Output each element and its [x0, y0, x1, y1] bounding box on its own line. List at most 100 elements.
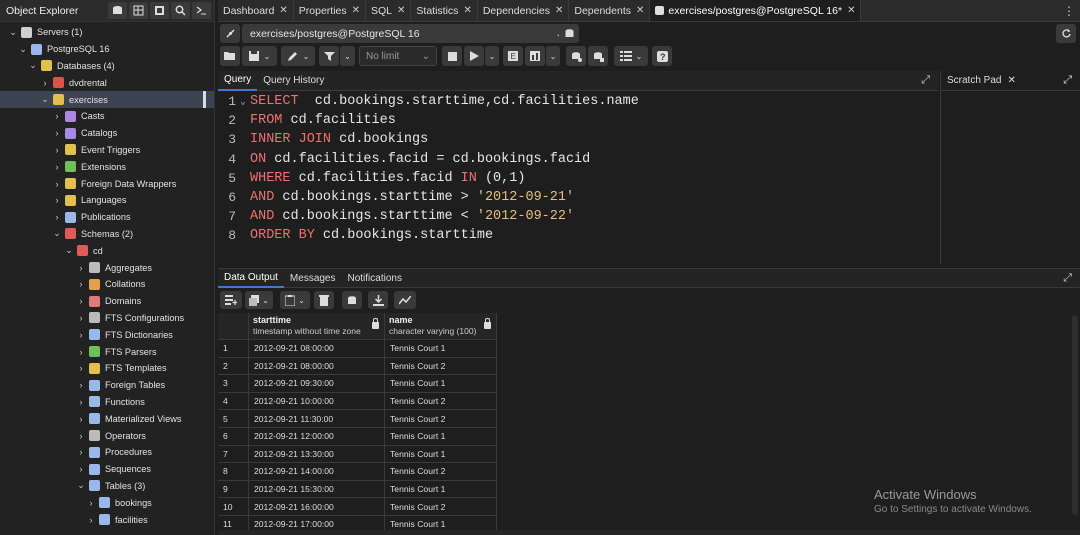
close-icon[interactable]: ✕: [397, 5, 405, 16]
tree-node[interactable]: › Functions: [0, 394, 214, 411]
tree-node[interactable]: ⌄ Tables (3): [0, 478, 214, 495]
terminal-icon[interactable]: [192, 2, 211, 19]
cell-starttime[interactable]: 2012-09-21 13:30:00: [249, 445, 385, 464]
tree-node[interactable]: › bookings: [0, 494, 214, 511]
connection-select[interactable]: exercises/postgres@PostgreSQL 16⌄: [242, 24, 572, 43]
close-icon[interactable]: ✕: [1007, 75, 1015, 86]
cell-starttime[interactable]: 2012-09-21 14:00:00: [249, 463, 385, 481]
close-icon[interactable]: ✕: [847, 5, 855, 16]
main-tab[interactable]: Dashboard ✕: [218, 0, 294, 21]
main-tab[interactable]: Dependents ✕: [569, 0, 651, 21]
chevron-right-icon[interactable]: ›: [52, 145, 62, 155]
chevron-right-icon[interactable]: ›: [76, 296, 86, 306]
tree-node[interactable]: ⌄ Servers (1): [0, 24, 214, 41]
cell-name[interactable]: Tennis Court 1: [385, 340, 497, 358]
delete-row-icon[interactable]: [314, 291, 334, 309]
tree-node[interactable]: › Languages: [0, 192, 214, 209]
chevron-right-icon[interactable]: ›: [86, 515, 96, 525]
code-line[interactable]: 6 AND cd.bookings.starttime > '2012-09-21…: [218, 188, 938, 207]
tab-query-history[interactable]: Query History: [257, 71, 330, 91]
query-tool-icon[interactable]: [108, 2, 127, 19]
commit-icon[interactable]: [566, 46, 586, 66]
filter-icon[interactable]: [319, 46, 339, 66]
close-icon[interactable]: ✕: [555, 5, 563, 16]
cell-starttime[interactable]: 2012-09-21 16:00:00: [249, 498, 385, 516]
macros-icon[interactable]: ⌄: [614, 46, 648, 66]
tree-node[interactable]: › Extensions: [0, 158, 214, 175]
filter-rows-icon[interactable]: [150, 2, 169, 19]
chevron-right-icon[interactable]: ›: [76, 397, 86, 407]
tree-node[interactable]: › Aggregates: [0, 259, 214, 276]
tree-node[interactable]: ⌄ PostgreSQL 16: [0, 41, 214, 58]
code-line[interactable]: 3 INNER JOIN cd.bookings: [218, 130, 938, 149]
tab-messages[interactable]: Messages: [284, 268, 342, 288]
cell-name[interactable]: Tennis Court 2: [385, 410, 497, 428]
chevron-right-icon[interactable]: ›: [76, 313, 86, 323]
cell-name[interactable]: Tennis Court 1: [385, 375, 497, 393]
tree-node[interactable]: › facilities: [0, 511, 214, 528]
cell-starttime[interactable]: 2012-09-21 09:30:00: [249, 375, 385, 393]
table-row[interactable]: 6 2012-09-21 12:00:00 Tennis Court 1: [218, 428, 497, 446]
execute-play-icon[interactable]: [464, 46, 484, 66]
table-row[interactable]: 5 2012-09-21 11:30:00 Tennis Court 2: [218, 410, 497, 428]
tree-node[interactable]: › FTS Dictionaries: [0, 326, 214, 343]
tree-node[interactable]: › Publications: [0, 209, 214, 226]
chevron-right-icon[interactable]: ›: [52, 212, 62, 222]
close-icon[interactable]: ✕: [279, 5, 287, 16]
table-row[interactable]: 8 2012-09-21 14:00:00 Tennis Court 2: [218, 463, 497, 481]
chevron-down-icon[interactable]: ⌄: [18, 44, 28, 55]
tree-node[interactable]: › Casts: [0, 108, 214, 125]
scratch-pad-tab[interactable]: Scratch Pad: [947, 75, 1001, 86]
cell-name[interactable]: Tennis Court 2: [385, 392, 497, 411]
tree-node[interactable]: ⌄ exercises: [0, 91, 214, 108]
explain-icon[interactable]: E: [503, 46, 523, 66]
table-row[interactable]: 4 2012-09-21 10:00:00 Tennis Court 2: [218, 392, 497, 411]
row-limit-select[interactable]: No limit ⌄: [359, 46, 437, 66]
save-file-icon[interactable]: ⌄: [242, 46, 277, 66]
column-header-name[interactable]: name character varying (100): [385, 313, 497, 340]
main-tab[interactable]: Statistics ✕: [411, 0, 478, 21]
cell-name[interactable]: Tennis Court 2: [385, 463, 497, 481]
chevron-right-icon[interactable]: ›: [76, 414, 86, 424]
tree-node[interactable]: › dvdrental: [0, 74, 214, 91]
code-line[interactable]: 2 FROM cd.facilities: [218, 111, 938, 130]
connection-status-icon[interactable]: [220, 24, 240, 43]
new-connection-icon[interactable]: [559, 24, 579, 43]
chevron-right-icon[interactable]: ›: [76, 279, 86, 289]
search-icon[interactable]: [171, 2, 190, 19]
close-icon[interactable]: ✕: [352, 5, 360, 16]
main-tab[interactable]: SQL ✕: [366, 0, 412, 21]
expand-icon[interactable]: ⤢: [921, 74, 930, 87]
code-line[interactable]: 5 WHERE cd.facilities.facid IN (0,1): [218, 169, 938, 188]
chevron-right-icon[interactable]: ›: [76, 447, 86, 457]
graph-visualiser-icon[interactable]: [394, 291, 416, 309]
table-row[interactable]: 2 2012-09-21 08:00:00 Tennis Court 2: [218, 357, 497, 376]
download-icon[interactable]: [368, 291, 388, 309]
main-tab[interactable]: Dependencies ✕: [478, 0, 570, 21]
chevron-down-icon[interactable]: ⌄: [40, 94, 50, 105]
cell-starttime[interactable]: 2012-09-21 08:00:00: [249, 357, 385, 376]
stop-icon[interactable]: [442, 46, 462, 66]
execute-dropdown-icon[interactable]: ⌄: [485, 46, 499, 66]
tree-node[interactable]: › FTS Parsers: [0, 343, 214, 360]
tree-node[interactable]: › Sequences: [0, 461, 214, 478]
chevron-right-icon[interactable]: ›: [52, 111, 62, 121]
code-line[interactable]: 4 ON cd.facilities.facid = cd.bookings.fa…: [218, 150, 938, 169]
chevron-down-icon[interactable]: ⌄: [76, 480, 86, 491]
tree-node[interactable]: ⌄ Databases (4): [0, 58, 214, 75]
save-data-icon[interactable]: [342, 291, 362, 309]
refresh-icon[interactable]: [1056, 24, 1076, 43]
open-file-icon[interactable]: [220, 46, 240, 66]
expand-icon[interactable]: ⤢: [1063, 74, 1072, 87]
vertical-scrollbar[interactable]: [1072, 315, 1078, 515]
edit-pencil-icon[interactable]: ⌄: [281, 46, 315, 66]
chevron-right-icon[interactable]: ›: [76, 363, 86, 373]
main-tab[interactable]: Properties ✕: [294, 0, 367, 21]
chevron-down-icon[interactable]: ⌄: [8, 27, 18, 38]
tab-query[interactable]: Query: [218, 71, 258, 91]
tab-notifications[interactable]: Notifications: [342, 268, 408, 288]
tree-node[interactable]: › Event Triggers: [0, 142, 214, 159]
paste-icon[interactable]: ⌄: [280, 291, 310, 309]
sql-editor[interactable]: 1 ⌄ SELECT cd.bookings.starttime,cd.facili…: [218, 92, 938, 264]
close-icon[interactable]: ✕: [636, 5, 644, 16]
